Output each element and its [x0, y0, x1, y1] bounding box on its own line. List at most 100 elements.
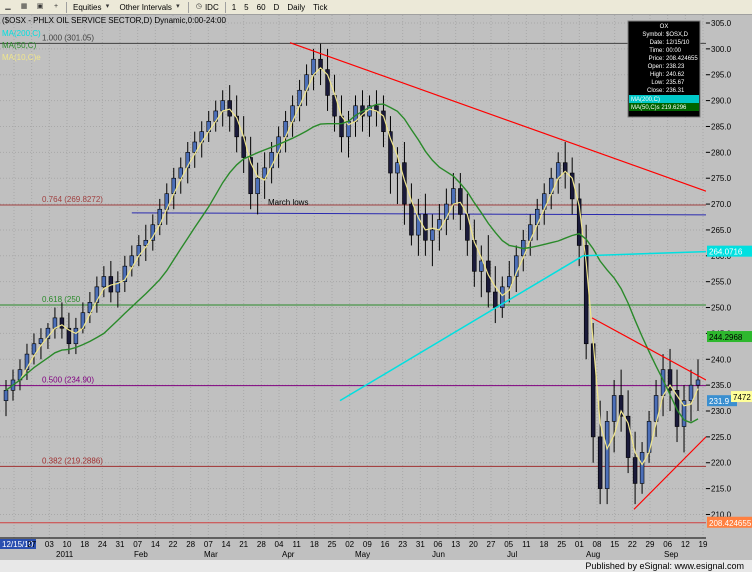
- y-tick-label: 305.0: [711, 19, 732, 28]
- x-tick-label: 28: [257, 540, 266, 549]
- price-flag-label: 7472: [733, 393, 751, 402]
- x-tick-label: 05: [504, 540, 513, 549]
- candle-body: [451, 188, 456, 205]
- x-tick-label: 10: [63, 540, 72, 549]
- x-tick-label: 14: [222, 540, 231, 549]
- x-tick-label: 19: [699, 540, 708, 549]
- x-month-label: Mar: [204, 550, 218, 559]
- fib-label: 1.000 (301.05): [42, 33, 94, 42]
- candle-body: [632, 457, 638, 484]
- toolbar-label: D: [273, 2, 280, 12]
- y-tick-label: 225.0: [711, 433, 732, 442]
- y-tick-label: 255.0: [711, 278, 732, 287]
- candle-body: [311, 58, 316, 76]
- toolbar-item-idc[interactable]: ◷ IDC: [191, 1, 223, 13]
- x-tick-label: 06: [434, 540, 443, 549]
- candle-body: [73, 327, 79, 345]
- toolbar-item-plus-icon[interactable]: +: [48, 1, 64, 13]
- toolbar-item-grid-icon[interactable]: ▦: [16, 1, 32, 13]
- x-tick-label: 11: [293, 540, 302, 549]
- data-window-label: Symbol:: [642, 32, 664, 38]
- candle-body: [409, 203, 414, 236]
- data-window-label: Price:: [649, 56, 665, 62]
- x-month-label: Sep: [664, 550, 679, 559]
- toolbar-item-other-intervals[interactable]: Other Intervals ▾: [115, 1, 185, 13]
- data-window-value: 236.31: [666, 88, 685, 94]
- x-tick-label: 02: [345, 540, 354, 549]
- y-tick-label: 280.0: [711, 148, 732, 157]
- chevron-down-icon: ▾: [105, 3, 110, 10]
- data-window-label: Date:: [650, 40, 665, 46]
- toolbar-item-equities[interactable]: Equities ▾: [69, 1, 115, 13]
- x-tick-label: 15: [610, 540, 619, 549]
- data-window-value: 208.424655: [666, 56, 698, 62]
- toolbar-item-1[interactable]: 1: [228, 1, 240, 13]
- x-axis-panel: [0, 538, 752, 560]
- x-tick-label: 25: [328, 540, 337, 549]
- toolbar-item-save-icon[interactable]: ▣: [32, 1, 48, 13]
- x-tick-label: 14: [151, 540, 160, 549]
- candle-body: [479, 260, 484, 272]
- grid-icon: ▦: [20, 3, 28, 10]
- footer-text: Published by eSignal: www.esignal.com: [585, 561, 744, 571]
- candle-body: [227, 100, 232, 117]
- toolbar-label: Equities: [73, 2, 102, 12]
- data-window-value: 00:00: [666, 48, 682, 54]
- toolbar-item-tick[interactable]: Tick: [309, 1, 331, 13]
- x-tick-label: 12: [681, 540, 690, 549]
- data-window-ma-label: MA(200,C): [631, 97, 660, 103]
- x-tick-label: 28: [186, 540, 195, 549]
- legend-entry: MA(10,C)e: [2, 53, 41, 62]
- chart-title: ($OSX - PHLX OIL SERVICE SECTOR,D) Dynam…: [2, 16, 226, 25]
- x-tick-label: 27: [27, 540, 36, 549]
- march-lows-annotation: March lows: [268, 198, 308, 207]
- footer: Published by eSignal: www.esignal.com: [0, 560, 752, 572]
- fib-label: 0.618 (250: [42, 295, 81, 304]
- chevron-down-icon: ▾: [176, 3, 180, 10]
- x-tick-label: 25: [557, 540, 566, 549]
- candle-body: [688, 384, 694, 401]
- y-tick-label: 300.0: [711, 45, 732, 54]
- data-window-ma-label: MA(50,C)s 219.6296: [631, 105, 687, 111]
- data-window-value: $OSX,D: [666, 32, 689, 38]
- toolbar-item-d[interactable]: D: [270, 1, 284, 13]
- fib-label: 0.382 (219.2886): [42, 456, 103, 465]
- x-tick-label: 18: [80, 540, 89, 549]
- x-tick-label: 27: [487, 540, 496, 549]
- candle-body: [395, 162, 400, 174]
- data-window[interactable]: OX Symbol: $OSX,DDate: 12/15/10Time: 00:00Pr…: [627, 20, 701, 118]
- y-tick-label: 235.0: [711, 381, 732, 390]
- x-month-label: Feb: [134, 550, 148, 559]
- toolbar-item-daily[interactable]: Daily: [283, 1, 309, 13]
- toolbar-item-60[interactable]: 60: [253, 1, 270, 13]
- chart: 1.000 (301.05) 0.764 (269.8272) 0.618 (250…: [0, 15, 752, 560]
- data-window-title: OX: [660, 24, 669, 30]
- y-tick-label: 265.0: [711, 226, 732, 235]
- x-month-label: Jun: [432, 550, 445, 559]
- candle-body: [52, 317, 58, 329]
- x-month-label: May: [355, 550, 370, 559]
- price-flag-label: 264.0716: [709, 248, 743, 257]
- y-tick-label: 295.0: [711, 71, 732, 80]
- x-tick-label: 11: [522, 540, 531, 549]
- toolbar-label: Daily: [287, 2, 306, 12]
- x-tick-label: 06: [663, 540, 672, 549]
- fib-label: 0.500 (234.90): [42, 376, 94, 385]
- y-tick-label: 275.0: [711, 174, 732, 183]
- toolbar-separator: [66, 1, 67, 13]
- toolbar-item-5[interactable]: 5: [240, 1, 252, 13]
- toolbar-label: IDC: [204, 2, 219, 12]
- toolbar-label: Tick: [313, 2, 328, 12]
- save-icon: ▣: [36, 3, 44, 10]
- data-window-label: Time:: [649, 48, 664, 54]
- toolbar-label: 60: [256, 2, 266, 12]
- minimize-icon: ▁: [5, 3, 11, 10]
- x-tick-label: 31: [416, 540, 425, 549]
- toolbar: ▁ ▦ ▣ + Equities ▾ Other Intervals ▾ ◷ IDC 1 5 60 D Da…: [0, 0, 752, 15]
- candle-body: [339, 115, 344, 138]
- data-window-label: Close:: [647, 88, 664, 94]
- candle-body: [430, 229, 435, 241]
- clock-icon: ◷: [195, 3, 202, 10]
- price-flag-label: 208.424655: [709, 519, 752, 528]
- toolbar-item-minimize-icon[interactable]: ▁: [0, 1, 16, 13]
